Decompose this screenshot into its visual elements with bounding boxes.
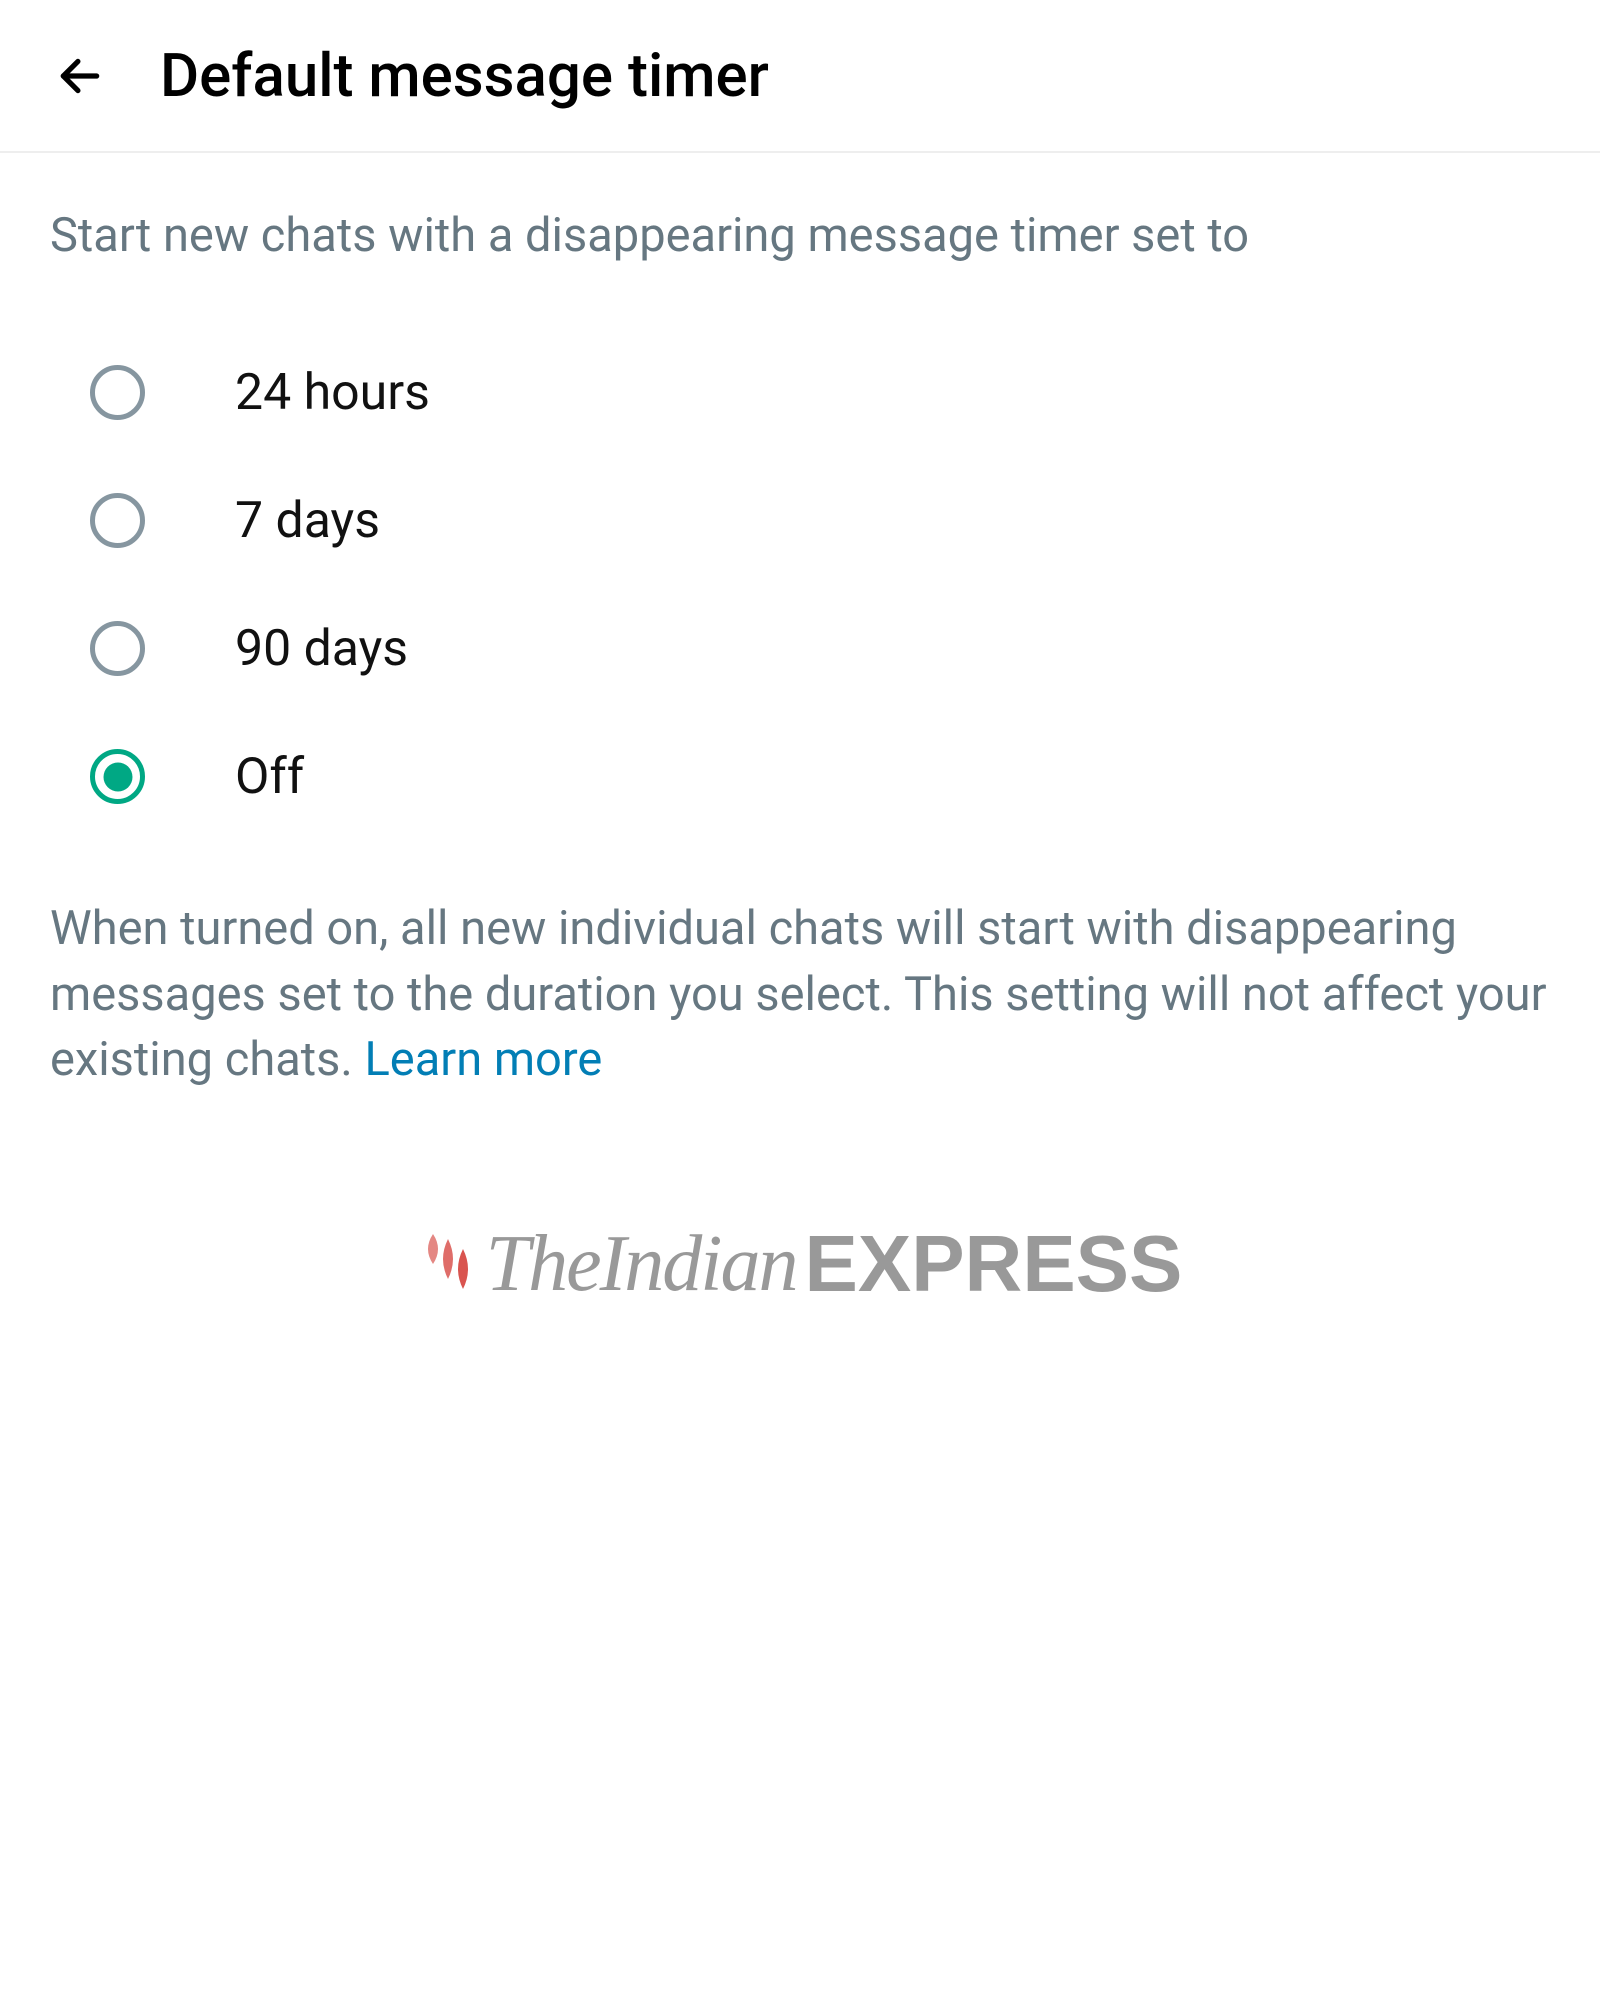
header: Default message timer [0, 0, 1600, 153]
watermark-flame-icon [418, 1229, 478, 1299]
radio-label: 90 days [235, 620, 408, 678]
radio-icon [90, 365, 145, 420]
footer-description: When turned on, all new individual chats… [50, 901, 1547, 1088]
radio-option-24-hours[interactable]: 24 hours [0, 329, 1600, 457]
page-title: Default message timer [160, 40, 769, 111]
watermark-logo: TheIndianEXPRESS [0, 1118, 1600, 1360]
radio-option-off[interactable]: Off [0, 713, 1600, 841]
description-text: Start new chats with a disappearing mess… [0, 153, 1600, 299]
radio-options-group: 24 hours 7 days 90 days Off [0, 299, 1600, 871]
radio-label: 7 days [235, 492, 380, 550]
radio-option-7-days[interactable]: 7 days [0, 457, 1600, 585]
watermark-text-italic: TheIndian [486, 1219, 797, 1310]
watermark-text-bold: EXPRESS [804, 1218, 1182, 1310]
radio-label: 24 hours [235, 364, 430, 422]
radio-icon [90, 493, 145, 548]
radio-icon-selected [90, 749, 145, 804]
radio-icon [90, 621, 145, 676]
radio-option-90-days[interactable]: 90 days [0, 585, 1600, 713]
radio-label: Off [235, 748, 304, 806]
learn-more-link[interactable]: Learn more [364, 1032, 602, 1087]
footer-text: When turned on, all new individual chats… [0, 871, 1600, 1118]
back-arrow-icon[interactable] [50, 46, 110, 106]
